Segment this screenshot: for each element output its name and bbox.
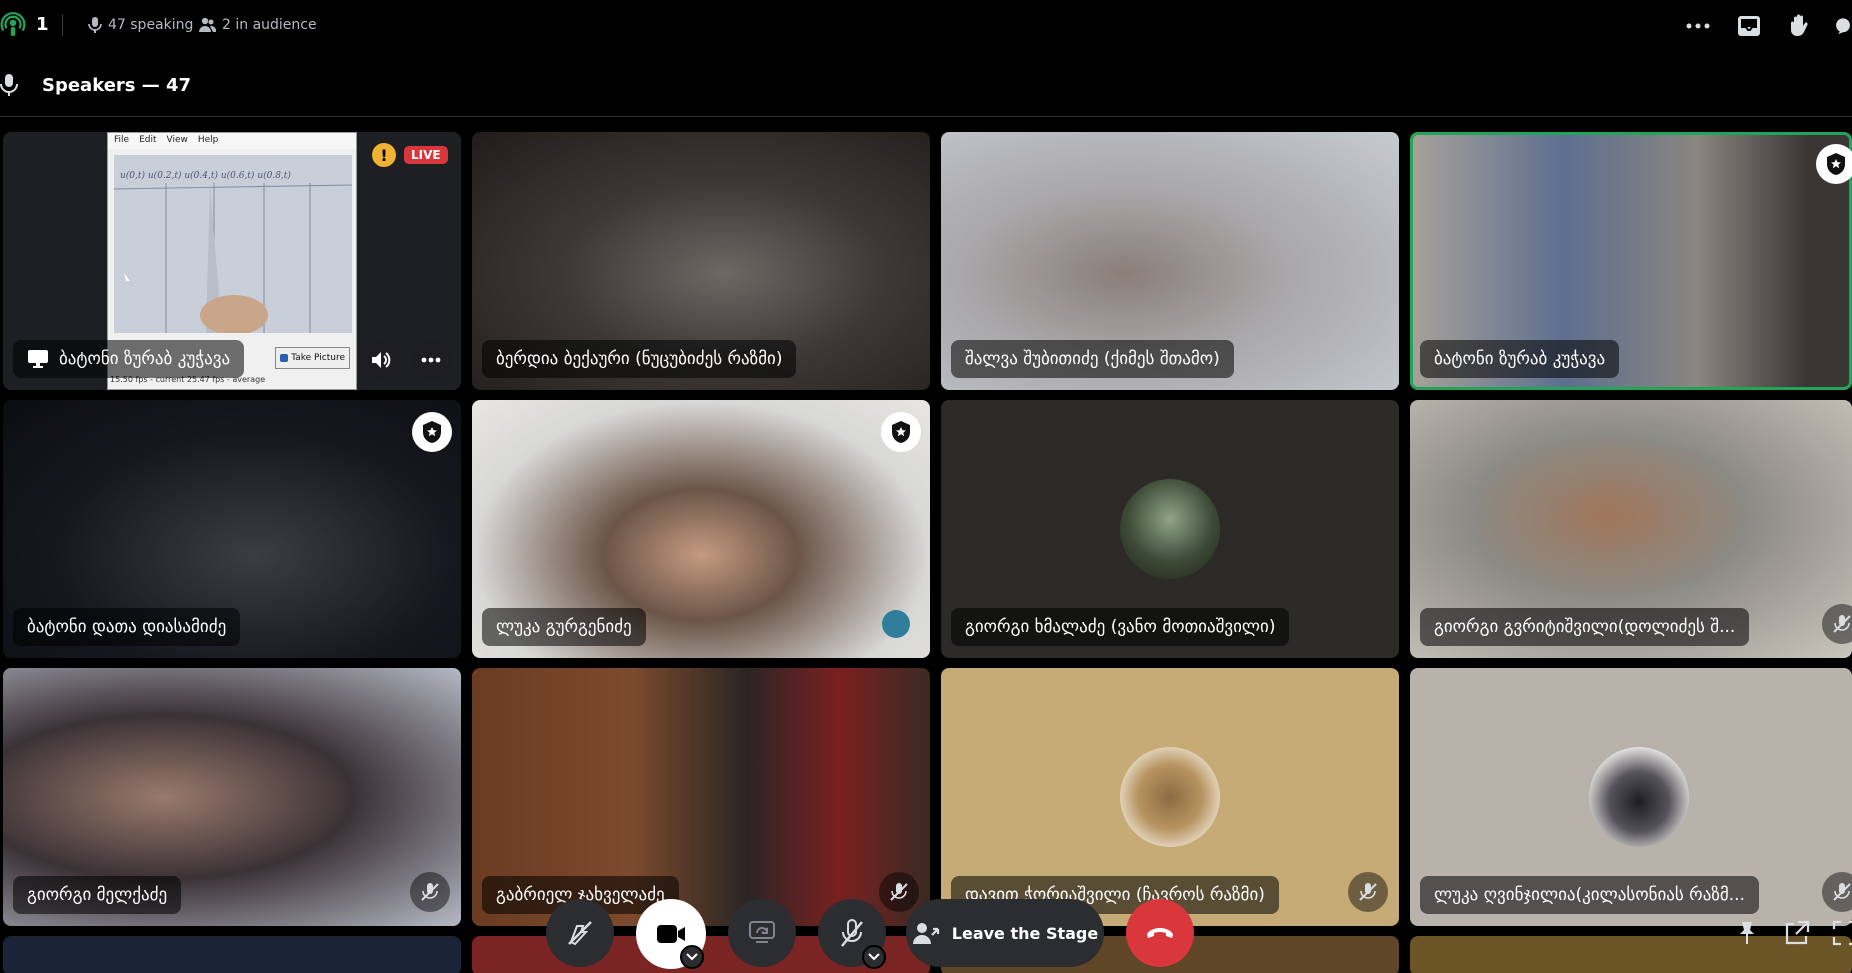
camera-options-chevron[interactable]: [680, 945, 704, 969]
leave-stage-label: Leave the Stage: [951, 923, 1099, 943]
speaker-tile[interactable]: გიორგი მელქაძე: [3, 668, 461, 926]
speaker-tile[interactable]: გაბრიელ ჯახველაძე: [472, 668, 930, 926]
whiteboard-canvas: u(0,t) u(0.2,t) u(0.4,t) u(0.6,t) u(0.8,…: [114, 155, 352, 333]
more-icon[interactable]: [1682, 12, 1714, 40]
inbox-icon[interactable]: [1733, 12, 1765, 40]
speaker-tile[interactable]: შალვა შუბითიძე (ქიმეს შთამო): [941, 132, 1399, 390]
tile-name: შალვა შუბითიძე (ქიმეს შთამო): [965, 349, 1220, 369]
header-divider: [0, 116, 1852, 117]
popout-icon[interactable]: [1784, 920, 1810, 950]
mic-options-chevron[interactable]: [862, 945, 886, 969]
tile-name: ბერდია ბექაური (ნუცუბიძეს რაზმი): [496, 349, 783, 369]
volume-button[interactable]: [361, 340, 401, 380]
mic-muted-icon: [1348, 872, 1388, 912]
tile-name: ბატონი დათა დიასამიძე: [27, 617, 227, 637]
stream-options-button[interactable]: [411, 340, 451, 380]
mic-muted-icon: [410, 872, 450, 912]
chevron-down-icon: [686, 953, 698, 961]
tile-name: ლუკა გურგენიძე: [496, 617, 632, 637]
screen-share-button[interactable]: [728, 899, 796, 967]
speaker-tile[interactable]: ბერდია ბექაური (ნუცუბიძეს რაზმი): [472, 132, 930, 390]
topbar-separator: [62, 14, 63, 36]
tile-name-pill: გიორგი მელქაძე: [13, 876, 182, 914]
take-picture-button[interactable]: Take Picture: [275, 347, 350, 369]
shield-icon: [892, 421, 910, 443]
disconnect-button[interactable]: [1126, 899, 1194, 967]
speaking-label: 47 speaking: [108, 17, 194, 33]
raise-hand-icon[interactable]: [1783, 12, 1815, 40]
live-badge: LIVE: [404, 146, 448, 164]
leave-stage-button[interactable]: Leave the Stage: [906, 899, 1104, 967]
screen-share-icon: [749, 921, 775, 943]
tile-name: გიორგი ხმალაძე (ვანო მოთიაშვილი): [965, 617, 1276, 637]
tile-name: ბატონი ზურაბ კუჭავა: [1434, 349, 1606, 369]
tile-name-pill: შალვა შუბითიძე (ქიმეს შთამო): [951, 340, 1234, 378]
tile-name-pill: ბერდია ბექაური (ნუცუბიძეს რაზმი): [482, 340, 797, 378]
fullscreen-icon[interactable]: [1832, 920, 1852, 950]
tile-name-pill: ბატონი ზურაბ კუჭავა: [13, 340, 245, 378]
screen-icon: [28, 350, 48, 368]
app-menu-bar: File Edit View Help: [108, 133, 356, 149]
moderator-badge: [1816, 144, 1852, 184]
mic-icon: [88, 17, 102, 33]
tile-name-pill: ბატონი ზურაბ კუჭავა: [1420, 340, 1620, 378]
mic-muted-icon: [1822, 604, 1852, 644]
menu-help: Help: [197, 135, 219, 145]
mic-muted-icon: [879, 872, 919, 912]
audience-label: 2 in audience: [222, 17, 317, 33]
camera-icon: [280, 354, 289, 362]
tile-name-pill: გიორგი გვრიტიშვილი(დოლიძეს შ...: [1420, 608, 1750, 646]
speaker-tile[interactable]: ლუკა ღვინჯილია(კილასონიას რაზმ...: [1410, 668, 1852, 926]
avatar: [1120, 479, 1220, 579]
help-icon[interactable]: [1834, 12, 1852, 40]
top-bar: 1 47 speaking 2 in audience: [0, 0, 1852, 52]
tile-name-pill: ლუკა გურგენიძე: [482, 608, 646, 646]
tile-name-pill: ბატონი დათა დიასამიძე: [13, 608, 241, 646]
speaker-tile[interactable]: გიორგი გვრიტიშვილი(დოლიძეს შ...: [1410, 400, 1852, 658]
more-icon: [421, 357, 441, 363]
mic-icon: [0, 74, 18, 96]
menu-edit: Edit: [139, 135, 157, 145]
speaking-count: 47 speaking: [88, 17, 193, 33]
volume-icon: [372, 352, 391, 368]
speaker-tile-speaking[interactable]: ბატონი ზურაბ კუჭავა: [1410, 132, 1852, 390]
audience-icon: [199, 17, 216, 32]
leave-stage-icon: [912, 923, 939, 944]
disconnect-icon: [1147, 928, 1173, 938]
tile-name: გიორგი გვრიტიშვილი(დოლიძეს შ...: [1434, 617, 1736, 637]
camera-icon: [657, 925, 685, 943]
tile-name-pill: ლუკა ღვინჯილია(კილასონიას რაზმ...: [1420, 876, 1759, 914]
speaker-tile[interactable]: ლუკა გურგენიძე: [472, 400, 930, 658]
warning-icon: !: [372, 143, 396, 167]
speaker-tile[interactable]: ბატონი დათა დიასამიძე: [3, 400, 461, 658]
tile-name: ლუკა ღვინჯილია(კილასონიას რაზმ...: [1434, 885, 1745, 905]
chevron-down-icon: [868, 953, 880, 961]
tile-name-pill: გიორგი ხმალაძე (ვანო მოთიაშვილი): [951, 608, 1290, 646]
moderator-badge: [881, 412, 921, 452]
stage-icon: [0, 12, 26, 36]
activity-icon: [882, 610, 910, 638]
speaker-tile[interactable]: დავით ჭორიაშვილი (ჩავროს რაზმი): [941, 668, 1399, 926]
hand-pen-sketch: [114, 183, 352, 333]
speaker-tile-partial[interactable]: [3, 936, 461, 973]
menu-view: View: [166, 135, 188, 145]
audience-count: 2 in audience: [198, 17, 317, 33]
tile-name: გიორგი მელქაძე: [27, 885, 168, 905]
stage-count: 1: [36, 14, 49, 35]
tile-name: ბატონი ზურაბ კუჭავა: [59, 349, 231, 369]
video-off-button[interactable]: [546, 899, 614, 967]
avatar: [1120, 747, 1220, 847]
speakers-title: Speakers — 47: [42, 75, 192, 96]
mic-muted-icon: [1822, 872, 1852, 912]
speaker-tile[interactable]: გიორგი ხმალაძე (ვანო მოთიაშვილი): [941, 400, 1399, 658]
avatar: [1589, 747, 1689, 847]
shield-icon: [423, 421, 441, 443]
take-picture-label: Take Picture: [291, 353, 345, 363]
pin-icon[interactable]: [1736, 920, 1758, 950]
shield-icon: [1827, 153, 1845, 175]
menu-file: File: [114, 135, 130, 145]
mic-muted-icon: [841, 919, 863, 947]
moderator-badge: [412, 412, 452, 452]
mute-video-icon: [568, 921, 592, 946]
